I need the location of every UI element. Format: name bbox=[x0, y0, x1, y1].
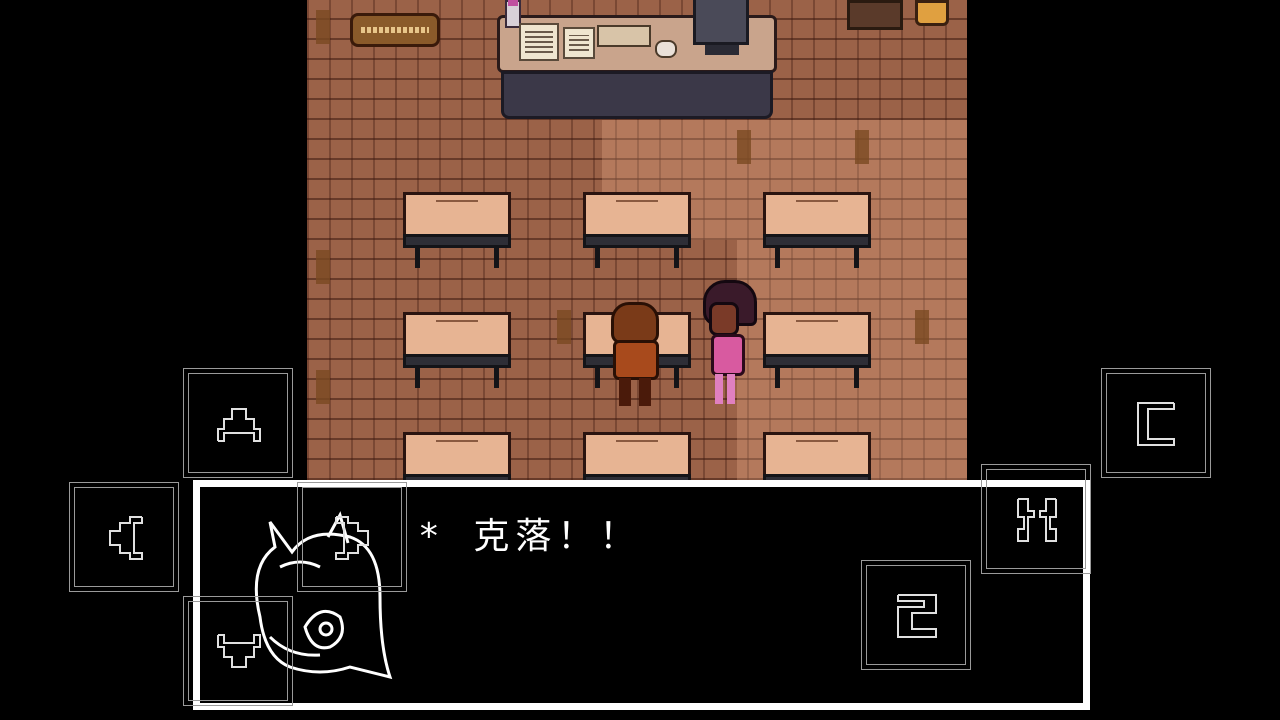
student-desk bbox=[763, 432, 871, 480]
dpad-up-button[interactable] bbox=[183, 368, 293, 478]
dialogue-line: 克落！！ bbox=[473, 516, 642, 557]
student-desk bbox=[583, 432, 691, 480]
floor-mark bbox=[316, 370, 330, 404]
paper-sheet bbox=[563, 27, 595, 59]
classroom-pot bbox=[915, 0, 949, 26]
computer-monitor bbox=[693, 0, 749, 45]
doormat bbox=[350, 13, 440, 47]
z-letter-icon bbox=[897, 594, 937, 638]
floor-mark bbox=[915, 310, 929, 344]
dpad-right-button[interactable] bbox=[297, 482, 407, 592]
down-arrow-icon bbox=[217, 634, 261, 668]
teacher-desk bbox=[497, 0, 777, 120]
floor-mark bbox=[316, 10, 330, 44]
dialogue-bullet: * bbox=[418, 516, 446, 557]
paper-stack bbox=[519, 23, 559, 61]
floor-mark bbox=[737, 130, 751, 164]
student-desk bbox=[763, 312, 871, 392]
student-desk bbox=[403, 312, 511, 392]
student-desk bbox=[403, 432, 511, 480]
student-desk bbox=[403, 192, 511, 272]
dialogue-text: * 克落！！ bbox=[418, 507, 641, 559]
x-button[interactable] bbox=[981, 464, 1091, 574]
teacher-desk-front bbox=[501, 71, 773, 119]
x-letter-icon bbox=[1017, 498, 1057, 542]
c-letter-icon bbox=[1137, 402, 1175, 446]
z-button[interactable] bbox=[861, 560, 971, 670]
susie-character bbox=[695, 276, 761, 410]
c-button[interactable] bbox=[1101, 368, 1211, 478]
floor-mark bbox=[557, 310, 571, 344]
floor-mark bbox=[855, 130, 869, 164]
monitor-stand bbox=[705, 45, 739, 55]
dpad-down-button[interactable] bbox=[183, 596, 293, 706]
game-viewport bbox=[307, 0, 967, 480]
wall-picture-frame bbox=[847, 0, 903, 30]
dpad-left-button[interactable] bbox=[69, 482, 179, 592]
left-arrow-icon bbox=[109, 516, 143, 560]
student-desk bbox=[583, 192, 691, 272]
right-arrow-icon bbox=[335, 516, 369, 560]
floor-mark bbox=[316, 250, 330, 284]
up-arrow-icon bbox=[217, 408, 261, 442]
student-desk bbox=[763, 192, 871, 272]
computer-mouse bbox=[655, 40, 677, 58]
kris-character bbox=[605, 302, 671, 412]
keyboard bbox=[597, 25, 651, 47]
